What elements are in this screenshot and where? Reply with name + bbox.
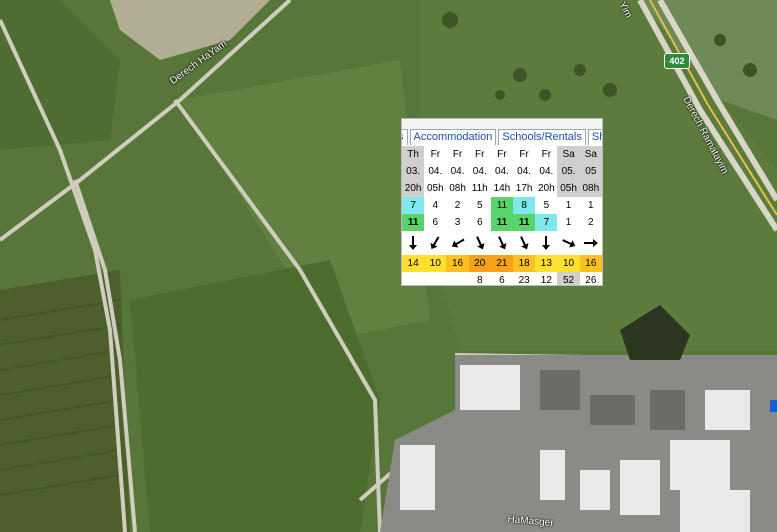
date-cell: 04. (450, 166, 465, 177)
day-cell: Fr (541, 149, 552, 160)
satellite-map[interactable] (0, 0, 777, 532)
gust-cell: 3 (454, 217, 461, 228)
wind-speed-cell: 4 (432, 200, 439, 211)
date-cell: 05 (579, 163, 602, 180)
temperature-cell: 21 (490, 255, 514, 272)
hour-cell: 14h (493, 183, 511, 194)
dir-row (402, 231, 602, 255)
tab-accommodation[interactable]: Accommodation (409, 129, 497, 145)
extra-value-cell: 23 (518, 275, 530, 286)
wind-arrow-icon (469, 231, 491, 255)
date-cell: 04. (494, 166, 509, 177)
hour-row: 20h 05h 08h 11h 14h 17h 20h 05h 08h (402, 180, 602, 197)
extra-value-cell (446, 272, 468, 285)
gust-cell: 11 (402, 214, 425, 231)
wind-arrow-icon (402, 231, 424, 255)
date-cell: 04. (517, 166, 532, 177)
day-cell: Th (402, 146, 425, 163)
extra-value-cell (424, 272, 446, 285)
temperature-cell: 10 (557, 255, 580, 272)
gust-cell: 2 (588, 217, 594, 228)
wind-speed-cell: 5 (476, 200, 483, 211)
hour-cell: 05h (426, 183, 444, 194)
hour-cell: 20h (538, 183, 555, 194)
hour-cell: 17h (515, 183, 533, 194)
wind-arrow-icon (424, 231, 446, 255)
wind-arrow-icon (535, 231, 557, 255)
date-cell: 04. (539, 166, 554, 177)
gust-cell: 6 (432, 217, 439, 228)
day-cell: Fr (475, 149, 485, 160)
day-row: Th Fr Fr Fr Fr Fr Fr Sa Sa (402, 146, 602, 163)
wind-arrow-icon (557, 231, 579, 255)
extra-value-cell: 52 (557, 272, 580, 285)
hour-cell: 08h (579, 180, 602, 197)
tab-shops-partial[interactable]: Sho (587, 129, 602, 145)
gust-cell: 7 (535, 214, 558, 231)
tab-schools-rentals[interactable]: Schools/Rentals (498, 129, 586, 145)
gust-cell: 1 (565, 217, 572, 228)
temperature-cell: 13 (535, 255, 558, 272)
temperature-cell: 20 (468, 255, 491, 272)
day-cell: Fr (497, 149, 507, 160)
forecast-widget: s Accommodation Schools/Rentals Sho Th Fr… (401, 118, 603, 286)
t-row: 14 10 16 20 21 18 13 10 16 (402, 255, 602, 272)
hour-cell: 05h (557, 180, 580, 197)
gust-cell: 11 (513, 214, 536, 231)
temperature-cell: 16 (579, 255, 602, 272)
extra-value-cell: 12 (540, 275, 552, 286)
wind-arrow-icon (513, 231, 535, 255)
forecast-table: Th Fr Fr Fr Fr Fr Fr Sa Sa 03. 04. 04. 04. 04. 04. 04. 0… (402, 146, 602, 286)
gust-cell: 11 (490, 214, 514, 231)
widget-tabs: s Accommodation Schools/Rentals Sho (402, 119, 602, 145)
tab-partial-left[interactable]: s (402, 129, 408, 145)
extra-value-cell: 8 (476, 275, 483, 286)
hour-cell: 20h (402, 180, 425, 197)
day-cell: Sa (579, 146, 602, 163)
date-cell: 03. (402, 163, 425, 180)
extra-value-cell (402, 272, 424, 285)
wind-speed-cell: 11 (490, 197, 514, 214)
wind-speed-cell: 2 (454, 200, 461, 211)
day-cell: Fr (430, 149, 441, 160)
wind-speed-cell: 1 (565, 200, 572, 211)
highway-shield: 402 (664, 53, 690, 69)
wind-arrow-icon (446, 231, 468, 255)
wind-speed-cell: 7 (402, 197, 425, 214)
date-cell: 04. (428, 166, 443, 177)
wind-arrow-icon (580, 231, 602, 255)
temperature-cell: 10 (424, 255, 447, 272)
hour-cell: 08h (449, 183, 466, 194)
hour-cell: 11h (471, 183, 488, 194)
day-cell: Fr (452, 149, 463, 160)
extra-value-cell: 26 (585, 275, 597, 286)
r2-row: 11 6 3 6 11 11 7 1 2 (402, 214, 602, 231)
extra-value-cell: 6 (499, 275, 505, 286)
g-row: 8 6 23 12 52 26 (402, 272, 602, 286)
wind-speed-cell: 8 (513, 197, 536, 214)
wind-speed-cell: 1 (588, 200, 594, 211)
temperature-cell: 18 (513, 255, 536, 272)
date-cell: 04. (472, 166, 487, 177)
date-cell: 05. (557, 163, 580, 180)
r1-row: 7 4 2 5 11 8 5 1 1 (402, 197, 602, 214)
day-cell: Sa (557, 146, 580, 163)
temperature-cell: 16 (446, 255, 469, 272)
gust-cell: 6 (476, 217, 483, 228)
day-cell: Fr (519, 149, 529, 160)
wind-speed-cell: 5 (543, 200, 550, 211)
date-row: 03. 04. 04. 04. 04. 04. 04. 05. 05 (402, 163, 602, 180)
wind-arrow-icon (491, 231, 513, 255)
temperature-cell: 14 (402, 255, 425, 272)
